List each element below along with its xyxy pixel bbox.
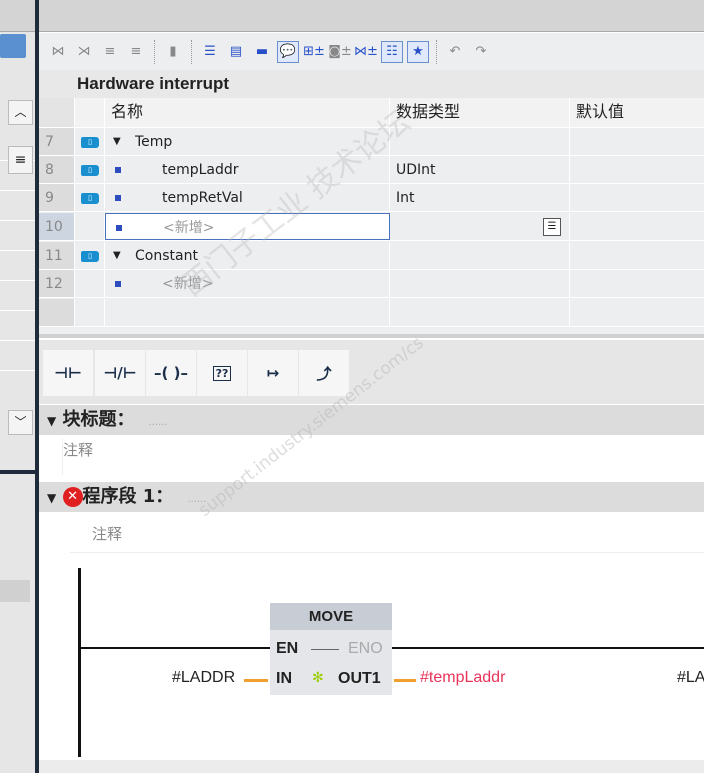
- network-comment[interactable]: 注释: [70, 517, 704, 553]
- datatype-picker-button[interactable]: ☰: [543, 218, 561, 236]
- out1-pin[interactable]: OUT1: [338, 670, 381, 688]
- eno-pin[interactable]: ENO: [348, 640, 383, 658]
- table-header: 名称 数据类型 默认值: [39, 98, 704, 128]
- reset-start-values-icon[interactable]: ▮: [162, 41, 184, 63]
- left-panel: ︿ ≡ ﹀: [0, 0, 36, 773]
- table-row[interactable]: 12 <新增>: [39, 270, 704, 298]
- open-branch-button[interactable]: ↦: [248, 350, 298, 396]
- interface-table: 名称 数据类型 默认值 7 ▯ ▼ Temp 8 ▯ tempLaddr UDIn…: [39, 98, 704, 338]
- scroll-down-button[interactable]: ﹀: [8, 410, 33, 435]
- header-name[interactable]: 名称: [105, 98, 390, 127]
- add-network-icon[interactable]: ≡: [125, 41, 147, 63]
- scroll-thumb[interactable]: ≡: [8, 146, 33, 174]
- move-title: MOVE: [270, 603, 392, 630]
- comments-icon[interactable]: 💬: [277, 40, 299, 63]
- header-default[interactable]: 默认值: [570, 98, 704, 127]
- insert-network-icon[interactable]: ≡: [99, 41, 121, 63]
- tag-info-icon[interactable]: ⋈±: [354, 41, 378, 63]
- table-row-selected[interactable]: 10 <新增> ☰: [39, 213, 704, 241]
- var-icon: [115, 195, 121, 201]
- en-pin[interactable]: EN: [276, 640, 298, 658]
- out-operand[interactable]: #tempLaddr: [420, 669, 505, 687]
- absolute-operands-icon[interactable]: ⊞±: [303, 41, 325, 63]
- panel-divider[interactable]: [0, 470, 35, 474]
- var-icon: [115, 167, 121, 173]
- coil-button[interactable]: –( )–: [146, 350, 196, 396]
- left-title-bar: [0, 0, 35, 32]
- table-row[interactable]: 9 ▯ tempRetVal Int: [39, 184, 704, 212]
- favorites-icon[interactable]: ◙±: [328, 41, 352, 63]
- collapse-icon[interactable]: ▼: [113, 242, 121, 270]
- var-icon: [115, 281, 121, 287]
- tag-icon: ▯: [81, 193, 99, 204]
- power-wire-left: [80, 647, 270, 649]
- delete-row-icon[interactable]: ⋊: [73, 41, 95, 63]
- table-splitter[interactable]: [39, 334, 704, 338]
- power-wire-right: [392, 647, 704, 649]
- table-row-empty: [39, 299, 704, 327]
- block-toolbar: ⋈ ⋊ ≡ ≡ ▮ ☰ ▤ ▬ 💬 ⊞± ◙± ⋈± ☷ ★ ↶ ↷: [39, 33, 704, 70]
- close-all-networks-icon[interactable]: ▤: [225, 41, 247, 63]
- in-operand[interactable]: #LADDR: [172, 669, 235, 687]
- table-row[interactable]: 11 ▯ ▼ Constant: [39, 242, 704, 270]
- power-rail: [78, 568, 81, 757]
- next-error-icon[interactable]: ↷: [470, 41, 492, 63]
- right-operand[interactable]: #LA: [677, 669, 704, 687]
- favorites-bar-icon[interactable]: ★: [407, 40, 429, 63]
- table-row[interactable]: 8 ▯ tempLaddr UDInt: [39, 156, 704, 184]
- editor-title-bar: [39, 0, 704, 32]
- jump-error-icon[interactable]: ↶: [444, 41, 466, 63]
- open-all-networks-icon[interactable]: ☰: [199, 41, 221, 63]
- left-list-item[interactable]: [0, 580, 30, 602]
- collapse-icon[interactable]: ▼: [47, 414, 56, 428]
- in-pin[interactable]: IN: [276, 670, 292, 688]
- insert-row-icon[interactable]: ⋈: [47, 41, 69, 63]
- empty-box-button[interactable]: ??: [197, 350, 247, 396]
- block-interface-title: Hardware interrupt: [39, 70, 704, 98]
- var-icon: [116, 225, 122, 231]
- move-box[interactable]: MOVE EN ENO IN ✻ OUT1: [270, 603, 392, 695]
- insert-output-icon[interactable]: ✻: [312, 670, 324, 686]
- instruction-palette: ⊣⊢ ⊣/⊢ –( )– ?? ↦ ⤴: [39, 340, 704, 404]
- block-comment[interactable]: 注释: [62, 439, 702, 475]
- tag-icon: ▯: [81, 251, 99, 262]
- no-contact-button[interactable]: ⊣⊢: [43, 350, 93, 396]
- tag-list-icon[interactable]: ☷: [381, 40, 403, 63]
- network-title-bar[interactable]: ▼ ✕ 程序段 1：......: [39, 482, 704, 512]
- download-icon[interactable]: [0, 34, 26, 58]
- collapse-icon[interactable]: ▼: [47, 491, 56, 505]
- out-wire: [394, 679, 416, 682]
- header-datatype[interactable]: 数据类型: [390, 98, 570, 127]
- nc-contact-button[interactable]: ⊣/⊢: [95, 350, 145, 396]
- error-icon: ✕: [62, 487, 83, 507]
- scroll-up-button[interactable]: ︿: [8, 100, 33, 125]
- close-branch-button[interactable]: ⤴: [299, 350, 349, 396]
- tag-icon: ▯: [81, 137, 99, 148]
- navigation-icon[interactable]: ▬: [251, 41, 273, 63]
- collapse-icon[interactable]: ▼: [113, 128, 121, 156]
- table-row[interactable]: 7 ▯ ▼ Temp: [39, 128, 704, 156]
- block-title-bar[interactable]: ▼ 块标题：......: [39, 405, 704, 435]
- bottom-bar: [39, 760, 704, 773]
- tag-icon: ▯: [81, 165, 99, 176]
- in-wire: [244, 679, 268, 682]
